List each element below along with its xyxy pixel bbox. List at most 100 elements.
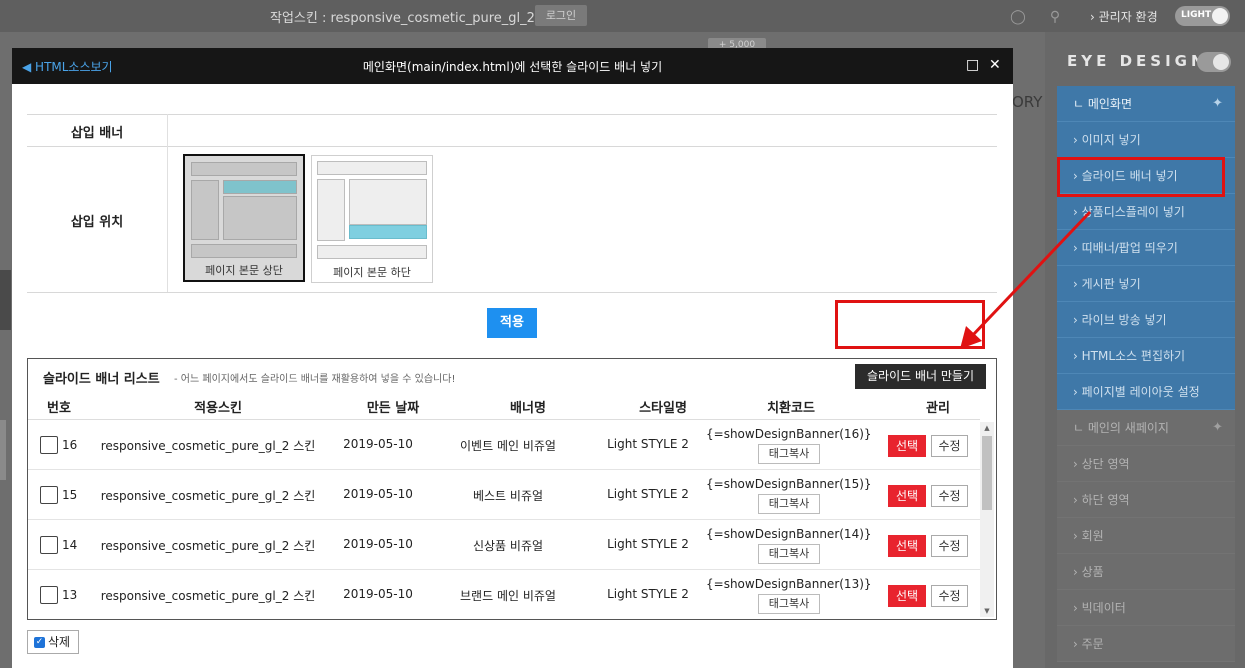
sidebar-item-product[interactable]: › 상품 bbox=[1057, 554, 1235, 590]
divider bbox=[27, 292, 997, 293]
eye-design-toggle[interactable] bbox=[1197, 52, 1231, 72]
background-decor bbox=[0, 270, 11, 330]
theme-toggle[interactable]: LIGHT bbox=[1175, 6, 1230, 26]
row-checkbox[interactable] bbox=[40, 536, 58, 554]
position-option-bottom[interactable]: 페이지 본문 하단 bbox=[311, 155, 433, 283]
admin-environment-link[interactable]: › 관리자 환경 bbox=[1090, 8, 1158, 25]
row-number: 13 bbox=[62, 588, 78, 602]
login-button[interactable]: 로그인 bbox=[535, 5, 587, 26]
row-replace-code: {=showDesignBanner(15)} bbox=[706, 477, 872, 491]
row-replace-code: {=showDesignBanner(14)} bbox=[706, 527, 872, 541]
sidebar-item-insert-board[interactable]: › 게시판 넣기 bbox=[1057, 266, 1235, 302]
magic-wand-icon[interactable]: ✦ bbox=[1212, 410, 1223, 446]
row-date: 2019-05-10 bbox=[343, 537, 413, 551]
row-skin: responsive_cosmetic_pure_gl_2 스킨 bbox=[100, 589, 316, 603]
edit-button[interactable]: 수정 bbox=[931, 535, 968, 557]
layout-block bbox=[191, 180, 219, 240]
sidebar-item-insert-live[interactable]: › 라이브 방송 넣기 bbox=[1057, 302, 1235, 338]
row-skin: responsive_cosmetic_pure_gl_2 스킨 bbox=[100, 439, 316, 453]
sidebar-item-edit-html[interactable]: › HTML소스 편집하기 bbox=[1057, 338, 1235, 374]
layout-block bbox=[223, 196, 297, 240]
row-replace-code: {=showDesignBanner(16)} bbox=[706, 427, 872, 441]
scroll-down-icon[interactable]: ▼ bbox=[980, 605, 994, 617]
apply-button[interactable]: 적용 bbox=[487, 308, 537, 338]
table-row: 15 responsive_cosmetic_pure_gl_2 스킨 2019… bbox=[28, 470, 980, 520]
delete-label: 삭제 bbox=[48, 635, 71, 649]
layout-block-highlight bbox=[349, 225, 427, 239]
sidebar-item-main-new-page[interactable]: ㄴ 메인의 새페이지 ✦ bbox=[1057, 410, 1235, 446]
background-decor bbox=[0, 420, 6, 480]
layout-block bbox=[191, 162, 297, 176]
row-style: Light STYLE 2 bbox=[607, 437, 689, 451]
copy-tag-button[interactable]: 태그복사 bbox=[758, 444, 820, 464]
row-number: 15 bbox=[62, 488, 78, 502]
scrollbar-thumb[interactable] bbox=[982, 436, 992, 510]
modal-header: ◀ HTML소스보기 메인화면(main/index.html)에 선택한 슬라… bbox=[12, 48, 1013, 84]
select-button[interactable]: 선택 bbox=[888, 485, 926, 507]
layout-block-highlight bbox=[223, 180, 297, 194]
row-date: 2019-05-10 bbox=[343, 437, 413, 451]
sidebar-item-bigdata[interactable]: › 빅데이터 bbox=[1057, 590, 1235, 626]
select-button[interactable]: 선택 bbox=[888, 585, 926, 607]
sidebar-item-bottom-area[interactable]: › 하단 영역 bbox=[1057, 482, 1235, 518]
row-banner-name: 베스트 비쥬얼 bbox=[472, 489, 544, 503]
column-header: 번호 bbox=[47, 401, 71, 416]
sidebar-item-order[interactable]: › 주문 bbox=[1057, 626, 1235, 662]
list-description: - 어느 페이지에서도 슬라이드 배너를 재활용하여 넣을 수 있습니다! bbox=[174, 374, 456, 385]
toggle-knob bbox=[1213, 54, 1229, 70]
row-checkbox[interactable] bbox=[40, 586, 58, 604]
table-row: 13 responsive_cosmetic_pure_gl_2 스킨 2019… bbox=[28, 570, 980, 620]
position-caption: 페이지 본문 상단 bbox=[205, 264, 283, 277]
sidebar-item-insert-product-display[interactable]: › 상품디스플레이 넣기 bbox=[1057, 194, 1235, 230]
sidebar-item-member[interactable]: › 회원 bbox=[1057, 518, 1235, 554]
copy-tag-button[interactable]: 태그복사 bbox=[758, 594, 820, 614]
delete-button[interactable]: ✓ 삭제 bbox=[27, 630, 79, 654]
edit-button[interactable]: 수정 bbox=[931, 485, 968, 507]
column-header: 배너명 bbox=[510, 401, 546, 416]
close-icon[interactable]: ✕ bbox=[989, 56, 1001, 74]
sidebar-item-insert-image[interactable]: › 이미지 넣기 bbox=[1057, 122, 1235, 158]
row-style: Light STYLE 2 bbox=[607, 537, 689, 551]
maximize-icon[interactable]: □ bbox=[966, 56, 979, 74]
make-slide-banner-button[interactable]: 슬라이드 배너 만들기 bbox=[855, 364, 986, 389]
column-header: 만든 날짜 bbox=[366, 401, 420, 416]
row-checkbox[interactable] bbox=[40, 486, 58, 504]
lock-icon[interactable]: ◯ bbox=[1010, 9, 1026, 25]
row-banner-name: 브랜드 메인 비쥬얼 bbox=[460, 589, 556, 603]
column-header: 관리 bbox=[926, 401, 950, 416]
sidebar-item-strip-banner-popup[interactable]: › 띠배너/팝업 띄우기 bbox=[1057, 230, 1235, 266]
row-skin: responsive_cosmetic_pure_gl_2 스킨 bbox=[100, 489, 316, 503]
insert-slide-banner-modal: ◀ HTML소스보기 메인화면(main/index.html)에 선택한 슬라… bbox=[12, 48, 1013, 668]
sidebar-item-page-layout[interactable]: › 페이지별 레이아웃 설정 bbox=[1057, 374, 1235, 410]
column-header: 스타일명 bbox=[639, 401, 687, 416]
layout-block bbox=[317, 245, 427, 259]
theme-toggle-label: LIGHT bbox=[1181, 10, 1212, 20]
copy-tag-button[interactable]: 태그복사 bbox=[758, 494, 820, 514]
select-button[interactable]: 선택 bbox=[888, 535, 926, 557]
row-style: Light STYLE 2 bbox=[607, 587, 689, 601]
edit-button[interactable]: 수정 bbox=[931, 585, 968, 607]
divider bbox=[27, 114, 997, 115]
insert-position-label: 삽입 위치 bbox=[70, 215, 124, 230]
layout-block bbox=[349, 179, 427, 225]
search-icon[interactable]: ⚲ bbox=[1047, 9, 1063, 25]
sidebar-item-top-area[interactable]: › 상단 영역 bbox=[1057, 446, 1235, 482]
copy-tag-button[interactable]: 태그복사 bbox=[758, 544, 820, 564]
select-button[interactable]: 선택 bbox=[888, 435, 926, 457]
scroll-up-icon[interactable]: ▲ bbox=[980, 422, 994, 434]
row-replace-code: {=showDesignBanner(13)} bbox=[706, 577, 872, 591]
layout-block bbox=[317, 161, 427, 175]
divider bbox=[167, 114, 168, 292]
list-scrollbar[interactable]: ▲ ▼ bbox=[980, 422, 994, 617]
layout-block bbox=[317, 179, 345, 241]
position-option-top[interactable]: 페이지 본문 상단 bbox=[183, 154, 305, 282]
background-text: ORY bbox=[1012, 93, 1043, 111]
modal-title: 메인화면(main/index.html)에 선택한 슬라이드 배너 넣기 bbox=[362, 60, 663, 74]
row-banner-name: 이벤트 메인 비쥬얼 bbox=[460, 439, 556, 453]
row-checkbox[interactable] bbox=[40, 436, 58, 454]
position-caption: 페이지 본문 하단 bbox=[333, 266, 411, 279]
row-banner-name: 신상품 비쥬얼 bbox=[472, 539, 544, 553]
sidebar-item-main-screen[interactable]: ㄴ 메인화면 ✦ bbox=[1057, 86, 1235, 122]
edit-button[interactable]: 수정 bbox=[931, 435, 968, 457]
magic-wand-icon[interactable]: ✦ bbox=[1212, 86, 1223, 122]
